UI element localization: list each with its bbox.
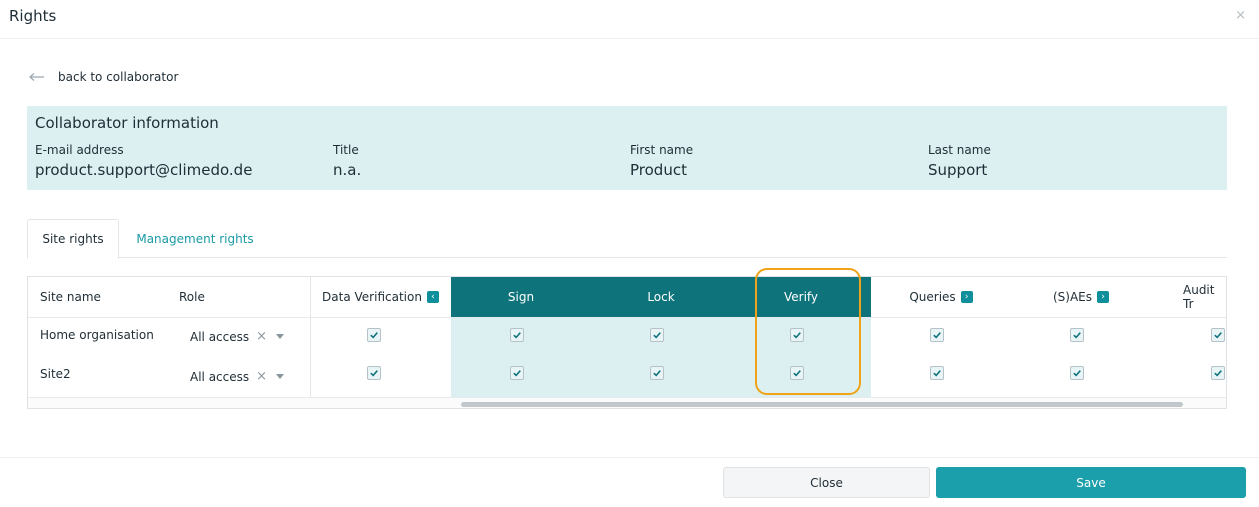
collapse-icon[interactable]: ‹ (426, 291, 439, 303)
first-name-value: Product (630, 161, 687, 179)
check-icon (1214, 332, 1222, 339)
row-1-sign-checkbox[interactable] (510, 328, 524, 342)
header-data-verification-label: Data Verification (322, 290, 422, 304)
email-value: product.support@climedo.de (35, 161, 253, 179)
row-2-sign-checkbox[interactable] (510, 366, 524, 380)
check-icon (933, 370, 941, 377)
check-icon (370, 332, 378, 339)
email-label: E-mail address (35, 143, 124, 157)
last-name-value: Support (928, 161, 988, 179)
row-2-audit-trail-checkbox[interactable] (1211, 366, 1225, 380)
rights-tabs: Site rights Management rights (27, 219, 1227, 259)
horizontal-scrollbar[interactable] (28, 397, 1226, 408)
header-sign: Sign (507, 290, 535, 304)
save-button[interactable]: Save (936, 467, 1246, 498)
row-1-audit-trail-checkbox[interactable] (1211, 328, 1225, 342)
last-name-label: Last name (928, 143, 991, 157)
scrollbar-thumb[interactable] (461, 402, 1183, 407)
header-divider (28, 317, 1226, 318)
row-2-role-value: All access (190, 369, 250, 384)
title-label: Title (333, 143, 359, 157)
clear-icon[interactable]: × (256, 369, 267, 384)
collaborator-info-panel: Collaborator information E-mail address … (27, 106, 1227, 190)
row-2-site-name: Site2 (40, 367, 71, 381)
row-1-site-name: Home organisation (40, 328, 154, 342)
first-name-label: First name (630, 143, 694, 157)
row-2-data-verification-checkbox[interactable] (367, 366, 381, 380)
check-icon (933, 332, 941, 339)
chevron-down-icon[interactable] (276, 334, 285, 339)
check-icon (1073, 370, 1081, 377)
header-role: Role (179, 290, 205, 304)
back-link-label: back to collaborator (58, 70, 179, 84)
close-button[interactable]: Close (723, 467, 930, 498)
close-icon[interactable]: × (1235, 8, 1246, 23)
row-1-data-verification-checkbox[interactable] (367, 328, 381, 342)
row-1-role-value: All access (190, 329, 250, 344)
tab-site-rights[interactable]: Site rights (27, 219, 119, 259)
check-icon (653, 332, 661, 339)
row-2-verify-checkbox[interactable] (790, 366, 804, 380)
header-queries: Queries › (871, 277, 1011, 317)
check-icon (793, 332, 801, 339)
footer-divider (0, 457, 1259, 458)
first-name-field: First name Product (630, 143, 693, 179)
header-audit-trail: Audit Tr (1183, 283, 1215, 311)
check-icon (1214, 370, 1222, 377)
site-rights-table: Site name Role Data Verification ‹ Sign … (27, 276, 1227, 409)
header-verify: Verify (783, 290, 819, 304)
row-1-saes-checkbox[interactable] (1070, 328, 1084, 342)
check-icon (793, 370, 801, 377)
expand-icon[interactable]: › (960, 291, 973, 303)
column-divider (310, 277, 311, 397)
modal-header: Rights × (0, 0, 1259, 39)
header-saes-label: (S)AEs (1052, 290, 1093, 304)
tab-management-rights[interactable]: Management rights (125, 219, 265, 259)
header-saes: (S)AEs › (1011, 277, 1151, 317)
clear-icon[interactable]: × (256, 329, 267, 344)
row-1-role-select[interactable]: All access × (190, 329, 285, 344)
modal-title: Rights (9, 7, 57, 25)
arrow-left-icon (29, 73, 44, 81)
row-2-role-select[interactable]: All access × (190, 369, 285, 384)
check-icon (513, 332, 521, 339)
row-2-queries-checkbox[interactable] (930, 366, 944, 380)
row-1-lock-checkbox[interactable] (650, 328, 664, 342)
row-2-saes-checkbox[interactable] (1070, 366, 1084, 380)
row-2-lock-checkbox[interactable] (650, 366, 664, 380)
header-data-verification: Data Verification ‹ (310, 277, 451, 317)
check-icon (1073, 332, 1081, 339)
row-1-queries-checkbox[interactable] (930, 328, 944, 342)
check-icon (653, 370, 661, 377)
header-site-name: Site name (40, 290, 101, 304)
expand-icon[interactable]: › (1097, 291, 1110, 303)
collaborator-info-heading: Collaborator information (35, 114, 219, 132)
header-lock: Lock (647, 290, 675, 304)
email-field: E-mail address product.support@climedo.d… (35, 143, 252, 179)
check-icon (513, 370, 521, 377)
header-queries-label: Queries (909, 290, 956, 304)
title-field: Title n.a. (333, 143, 361, 179)
row-1-verify-checkbox[interactable] (790, 328, 804, 342)
check-icon (370, 370, 378, 377)
last-name-field: Last name Support (928, 143, 991, 179)
back-to-collaborator-link[interactable]: back to collaborator (29, 69, 178, 85)
title-value: n.a. (333, 161, 362, 179)
chevron-down-icon[interactable] (276, 374, 285, 379)
